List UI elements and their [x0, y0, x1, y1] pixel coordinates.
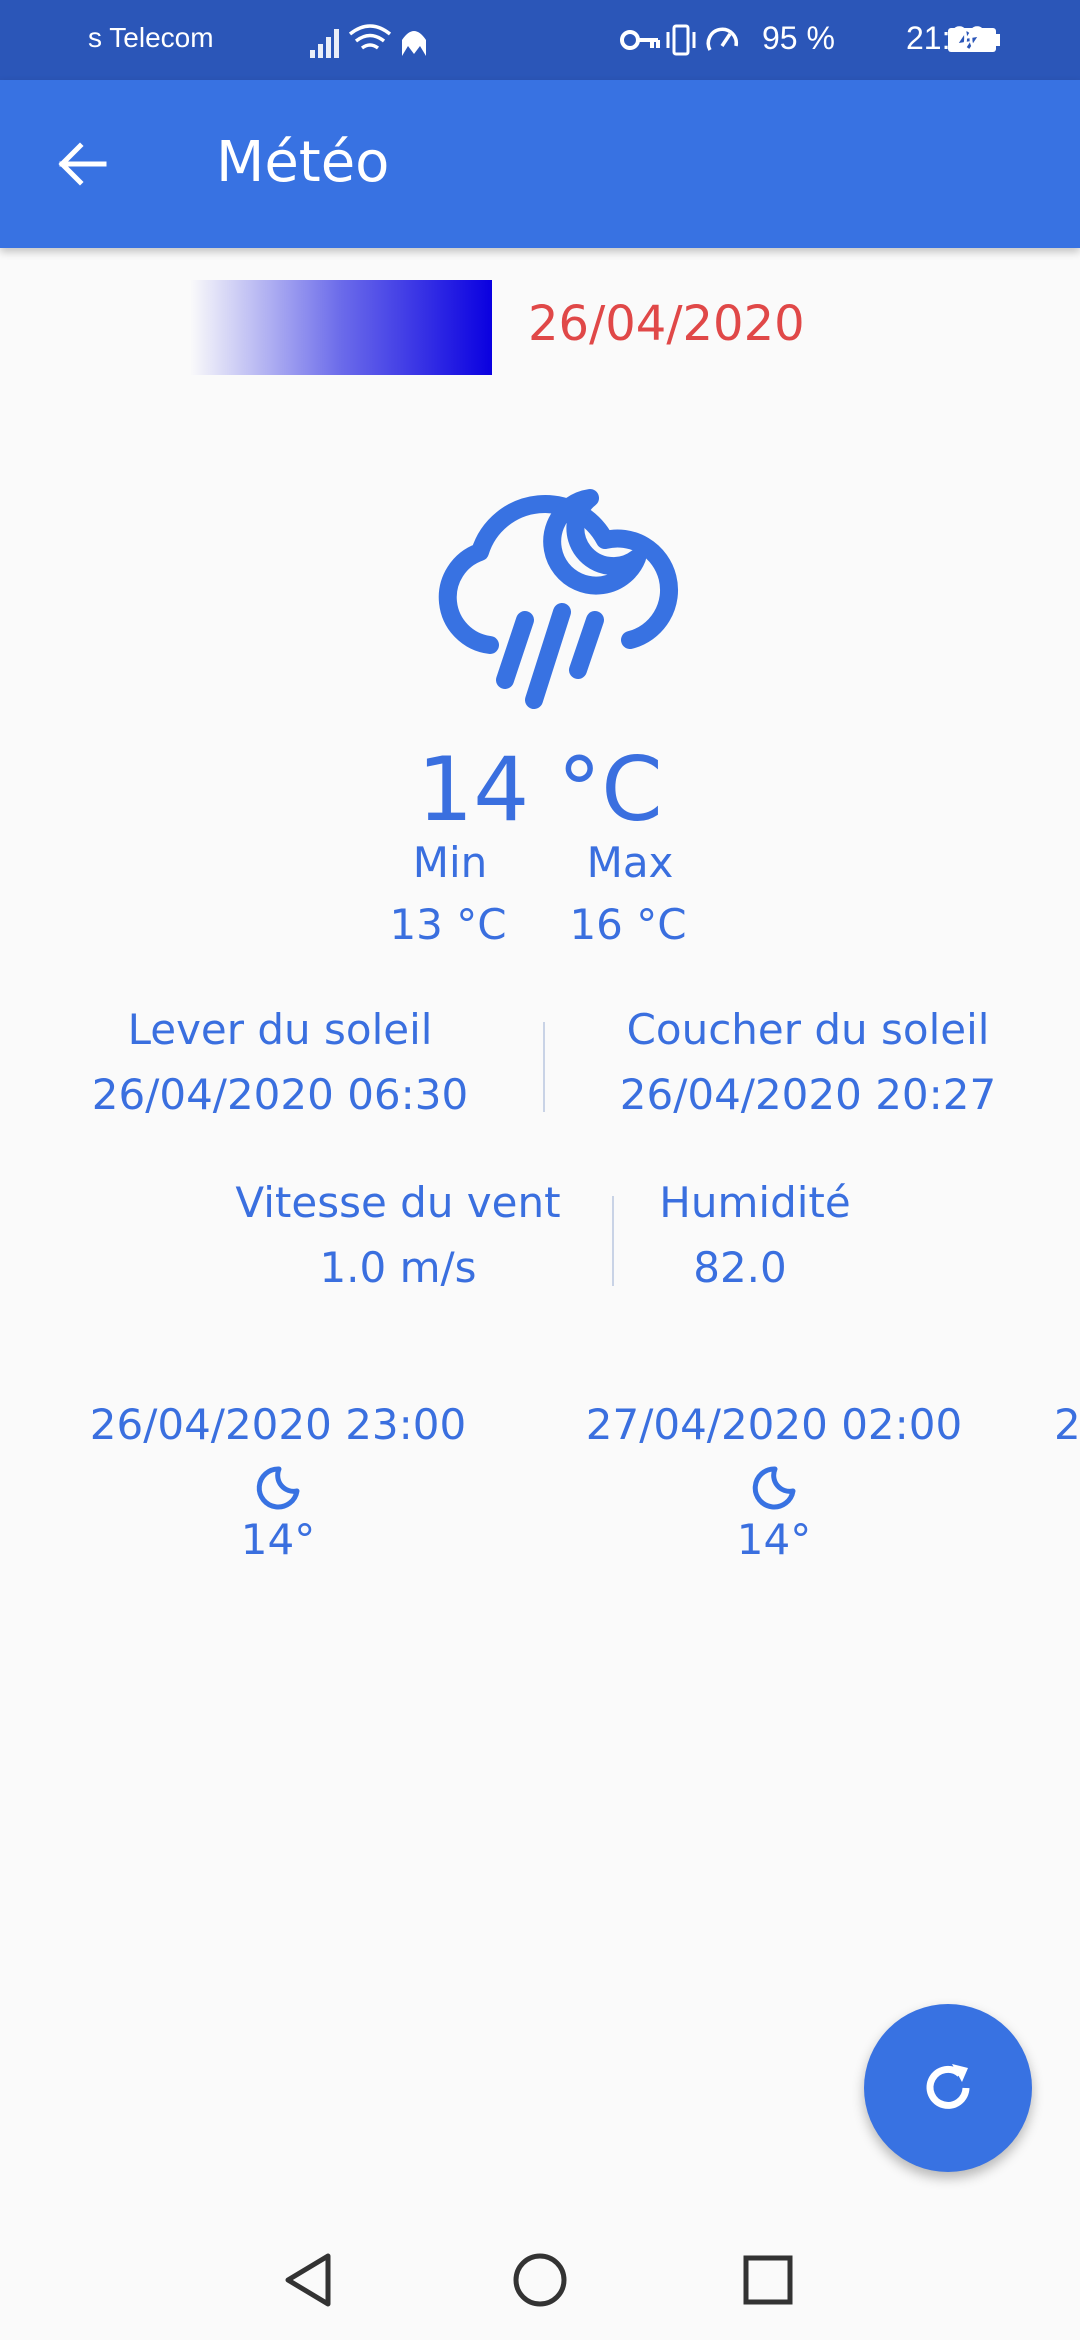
humidity-label: Humidité: [659, 1178, 851, 1227]
system-nav-bar: [0, 2210, 1080, 2340]
wind-label: Vitesse du vent: [235, 1178, 561, 1227]
current-date: 26/04/2020: [528, 296, 805, 352]
hourly-forecast-list[interactable]: 26/04/2020 23:00 14° 27/04/2020 02:00 14…: [0, 1395, 1080, 1595]
forecast-item: 26/04/2020 23:00 14°: [48, 1395, 508, 1564]
min-temperature: 13 °C: [389, 900, 507, 949]
sunrise-label: Lever du soleil: [127, 1005, 433, 1054]
rain-cloud-moon-icon: [438, 489, 679, 709]
vpn-mountain-icon: [402, 31, 426, 56]
refresh-button[interactable]: [864, 2004, 1032, 2172]
page-title: Météo: [216, 130, 390, 195]
back-triangle-icon[interactable]: [278, 2248, 342, 2312]
wifi-icon: [348, 24, 392, 50]
min-label: Min: [412, 838, 488, 887]
carrier-name: s Telecom: [88, 22, 214, 53]
signal-icon: [310, 29, 339, 58]
battery-percent: 95 %: [762, 20, 835, 56]
signal-wifi-icons: [310, 24, 426, 58]
clock-time: 21:00: [906, 20, 987, 56]
sunset-label: Coucher du soleil: [626, 1005, 990, 1054]
max-temperature: 16 °C: [569, 900, 687, 949]
recents-square-icon[interactable]: [736, 2248, 800, 2312]
moon-icon: [256, 1466, 300, 1510]
status-bar: s Telecom 95 % 21:00: [0, 0, 1080, 80]
sunset-value: 26/04/2020 20:27: [619, 1070, 997, 1119]
forecast-time: 2: [1054, 1400, 1080, 1449]
max-label: Max: [586, 838, 674, 887]
arrow-left-icon[interactable]: [54, 136, 110, 192]
refresh-icon: [926, 2064, 970, 2109]
sunrise-value: 26/04/2020 06:30: [91, 1070, 469, 1119]
home-circle-icon[interactable]: [508, 2248, 572, 2312]
moon-icon: [752, 1466, 796, 1510]
divider: [543, 1022, 545, 1112]
date-gradient-banner: [190, 280, 492, 375]
data-saver-icon: [706, 27, 739, 51]
forecast-item: 27/04/2020 02:00 14°: [544, 1395, 1004, 1564]
vpn-key-icon: [620, 30, 660, 50]
forecast-item: 2: [1054, 1395, 1080, 1455]
forecast-time: 26/04/2020 23:00: [89, 1400, 467, 1449]
humidity-value: 82.0: [693, 1243, 787, 1292]
current-temperature: 14 °C: [417, 738, 663, 841]
forecast-temperature: 14°: [240, 1515, 316, 1564]
forecast-temperature: 14°: [736, 1515, 812, 1564]
vibrate-icon: [666, 24, 696, 56]
forecast-time: 27/04/2020 02:00: [585, 1400, 963, 1449]
app-bar: Météo: [0, 80, 1080, 248]
wind-value: 1.0 m/s: [319, 1243, 477, 1292]
